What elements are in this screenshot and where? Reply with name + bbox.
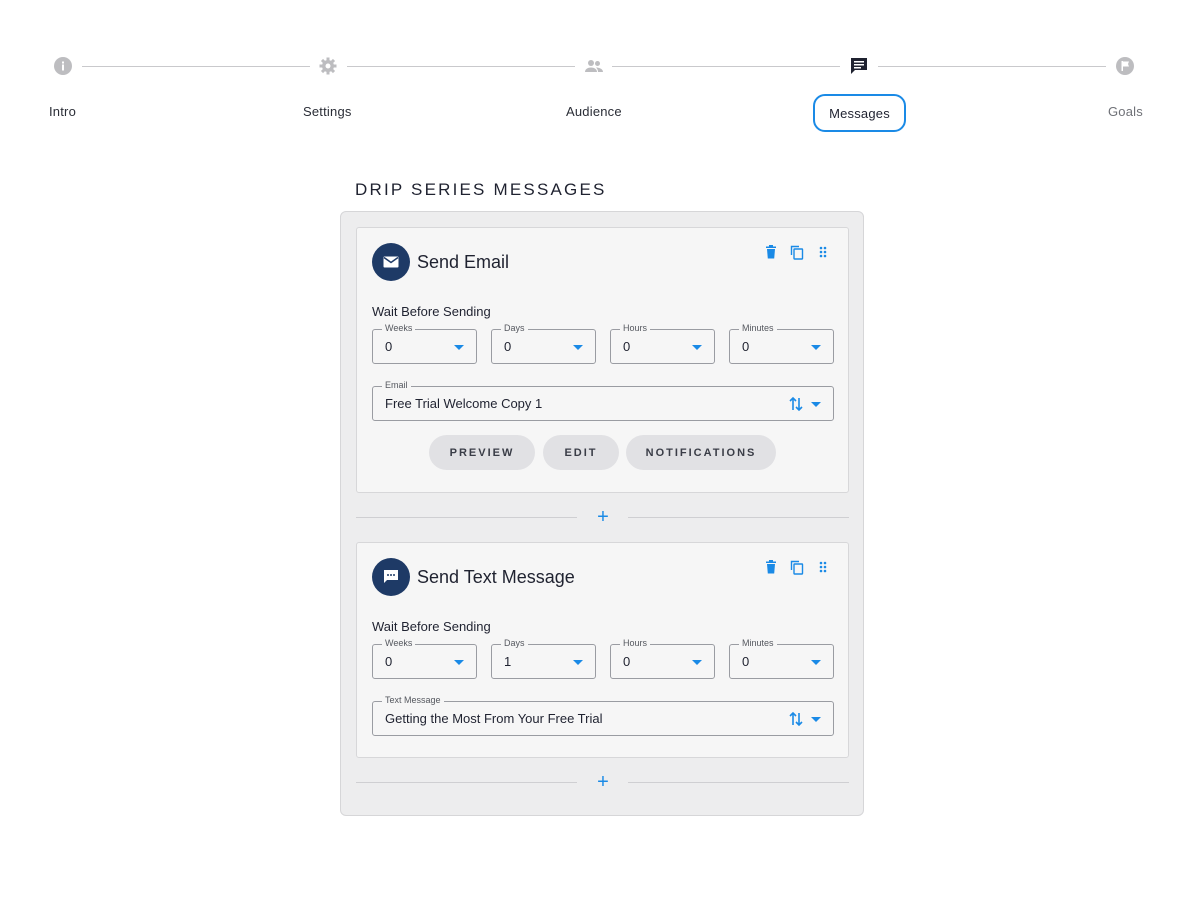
field-value: 0 (385, 654, 393, 669)
field-label: Text Message (382, 694, 444, 706)
step-audience[interactable]: Audience (566, 104, 622, 119)
progress-stepper: Intro Settings Audience Messages Goals (0, 0, 1200, 150)
chat-icon[interactable] (849, 56, 869, 76)
step-settings[interactable]: Settings (303, 104, 352, 119)
field-label: Days (501, 637, 528, 649)
sort-arrows-icon[interactable] (788, 395, 804, 413)
field-label: Minutes (739, 322, 777, 334)
field-value: Free Trial Welcome Copy 1 (385, 396, 543, 411)
field-label: Weeks (382, 322, 416, 334)
delete-icon[interactable] (761, 242, 781, 262)
stepper-connector (878, 66, 1106, 67)
card-actions (761, 242, 833, 262)
hours-select[interactable]: Hours 0 (610, 322, 715, 364)
drip-series-panel: Send Email Wait Before Sending Weeks 0 D… (340, 211, 864, 816)
chevron-down-icon[interactable] (454, 660, 464, 665)
gear-icon[interactable] (318, 56, 338, 76)
field-label: Minutes (739, 637, 777, 649)
field-value: 0 (504, 339, 512, 354)
email-select[interactable]: Email Free Trial Welcome Copy 1 (372, 379, 834, 421)
people-icon[interactable] (584, 56, 604, 76)
drag-handle-icon[interactable] (813, 557, 833, 577)
wait-before-sending-label: Wait Before Sending (372, 619, 491, 634)
field-label: Weeks (382, 637, 416, 649)
stepper-connector (82, 66, 310, 67)
card-title: Send Text Message (417, 567, 575, 587)
field-value: 0 (623, 339, 631, 354)
wait-before-sending-label: Wait Before Sending (372, 304, 491, 319)
add-step-button[interactable]: + (596, 507, 610, 527)
step-intro[interactable]: Intro (49, 104, 76, 119)
stepper-connector (347, 66, 575, 67)
field-label: Email (382, 379, 411, 391)
info-icon[interactable] (53, 56, 73, 76)
hours-select[interactable]: Hours 0 (610, 637, 715, 679)
message-card-sms: Send Text Message Wait Before Sending We… (356, 542, 849, 758)
sort-arrows-icon[interactable] (788, 710, 804, 728)
minutes-select[interactable]: Minutes 0 (729, 322, 834, 364)
edit-button[interactable]: EDIT (543, 435, 619, 470)
card-title: Send Email (417, 252, 510, 272)
chevron-down-icon[interactable] (692, 660, 702, 665)
stepper-connector (612, 66, 840, 67)
flag-icon[interactable] (1115, 56, 1135, 76)
field-value: 0 (385, 339, 393, 354)
chevron-down-icon[interactable] (692, 345, 702, 350)
notifications-button[interactable]: NOTIFICATIONS (626, 435, 776, 470)
field-value: 0 (623, 654, 631, 669)
drag-handle-icon[interactable] (813, 242, 833, 262)
chevron-down-icon[interactable] (811, 345, 821, 350)
step-messages[interactable]: Messages (813, 94, 906, 132)
field-value: 0 (742, 654, 750, 669)
field-value: Getting the Most From Your Free Trial (385, 711, 603, 726)
chevron-down-icon[interactable] (573, 345, 583, 350)
add-step-divider: + (356, 507, 849, 527)
field-label: Days (501, 322, 528, 334)
envelope-icon (372, 243, 410, 281)
weeks-select[interactable]: Weeks 0 (372, 637, 477, 679)
field-label: Hours (620, 637, 651, 649)
text-message-select[interactable]: Text Message Getting the Most From Your … (372, 694, 834, 736)
minutes-select[interactable]: Minutes 0 (729, 637, 834, 679)
chevron-down-icon[interactable] (454, 345, 464, 350)
chevron-down-icon[interactable] (573, 660, 583, 665)
field-value: 1 (504, 654, 512, 669)
chevron-down-icon[interactable] (811, 660, 821, 665)
add-step-button[interactable]: + (596, 772, 610, 792)
field-value: 0 (742, 339, 750, 354)
card-button-row: PREVIEW EDIT NOTIFICATIONS (357, 435, 848, 470)
add-step-divider: + (356, 772, 849, 792)
days-select[interactable]: Days 1 (491, 637, 596, 679)
card-actions (761, 557, 833, 577)
duplicate-icon[interactable] (787, 557, 807, 577)
message-card-email: Send Email Wait Before Sending Weeks 0 D… (356, 227, 849, 493)
section-title: DRIP SERIES MESSAGES (355, 180, 607, 199)
sms-icon (372, 558, 410, 596)
field-label: Hours (620, 322, 651, 334)
delete-icon[interactable] (761, 557, 781, 577)
duplicate-icon[interactable] (787, 242, 807, 262)
weeks-select[interactable]: Weeks 0 (372, 322, 477, 364)
chevron-down-icon[interactable] (811, 717, 821, 722)
chevron-down-icon[interactable] (811, 402, 821, 407)
days-select[interactable]: Days 0 (491, 322, 596, 364)
step-goals[interactable]: Goals (1108, 104, 1143, 119)
preview-button[interactable]: PREVIEW (429, 435, 535, 470)
